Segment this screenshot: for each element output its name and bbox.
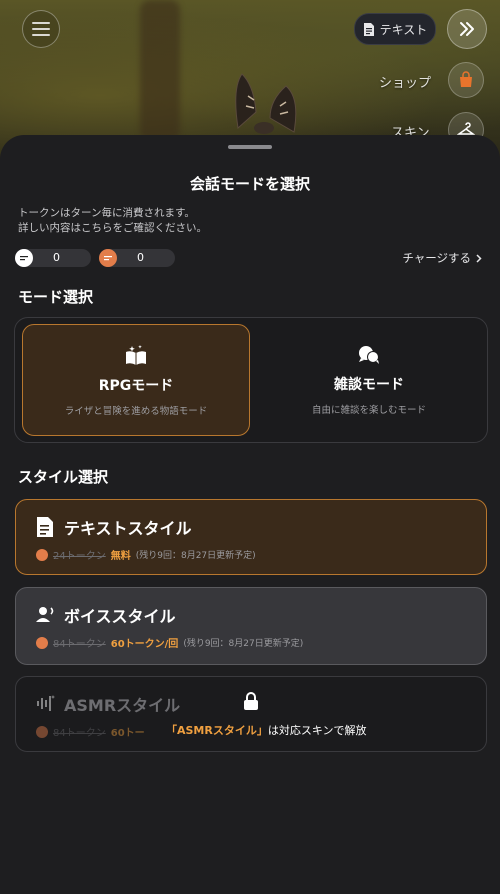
style-card-text[interactable]: テキストスタイル 24トークン 無料 (残り9回：8月27日更新予定) xyxy=(15,499,487,575)
menu-button[interactable] xyxy=(22,10,60,48)
voice-user-icon xyxy=(36,607,54,622)
style-price-text: 24トークン 無料 (残り9回：8月27日更新予定) xyxy=(36,547,256,562)
style-card-asmr[interactable]: ASMRスタイル 84トークン 60トー 「ASMRスタイル」は対応スキンで解放 xyxy=(15,676,487,752)
style-price-voice: 84トークン 60トークン/回 (残り9回：8月27日更新予定) xyxy=(36,635,303,650)
mode-section-title: モード選択 xyxy=(18,288,94,306)
token-note-line1: トークンはターン毎に消費されます。 xyxy=(18,207,195,219)
mode-select-sheet: 会話モードを選択 トークンはターン毎に消費されます。 詳しい内容はこちらをご確認… xyxy=(0,135,500,894)
style-name-voice: ボイススタイル xyxy=(64,607,176,626)
token-b-value: 0 xyxy=(137,251,144,264)
coin-icon xyxy=(36,636,48,649)
old-price: 84トークン xyxy=(53,728,106,739)
text-mode-label: テキスト xyxy=(379,22,428,37)
character-ribbon xyxy=(235,73,297,134)
mode-name-rpg: RPGモード xyxy=(98,378,174,394)
lock-icon xyxy=(244,692,258,710)
old-price: 84トークン xyxy=(53,639,106,650)
shop-bag-icon xyxy=(460,71,472,87)
old-price: 24トークン xyxy=(53,551,106,562)
style-section-title: スタイル選択 xyxy=(18,468,109,486)
remaining-uses: (残り9回：8月27日更新予定) xyxy=(135,551,256,561)
style-card-voice[interactable]: ボイススタイル 84トークン 60トークン/回 (残り9回：8月27日更新予定) xyxy=(15,587,487,665)
hamburger-icon xyxy=(32,22,50,36)
premium-token-icon xyxy=(99,249,117,267)
new-price: 60トークン/回 xyxy=(110,639,179,650)
new-price: 無料 xyxy=(110,551,131,562)
coin-icon xyxy=(36,725,48,738)
sheet-title: 会話モードを選択 xyxy=(189,175,310,193)
mode-card-chat[interactable]: 雑談モード 自由に雑談を楽しむモード xyxy=(256,324,482,434)
shop-label: ショップ xyxy=(379,76,432,91)
shop-button[interactable] xyxy=(448,62,484,98)
style-price-asmr: 84トークン 60トー xyxy=(36,724,145,739)
text-mode-button[interactable]: テキスト xyxy=(354,13,436,45)
chevron-right-icon xyxy=(476,253,482,263)
double-chevron-right-icon xyxy=(460,22,474,36)
document-icon xyxy=(37,517,53,537)
style-name-text: テキストスタイル xyxy=(64,519,192,538)
skip-button[interactable] xyxy=(447,9,487,49)
charge-link[interactable]: チャージする xyxy=(402,250,482,266)
token-balance-b: 0 xyxy=(99,249,175,267)
mode-desc-chat: 自由に雑談を楽しむモード xyxy=(311,405,426,416)
token-balance-a: 0 xyxy=(15,249,91,267)
lock-rest: は対応スキンで解放 xyxy=(267,724,367,737)
coin-icon xyxy=(36,548,48,561)
sheet-drag-handle[interactable] xyxy=(228,145,272,149)
background-tree xyxy=(140,0,180,140)
asmr-lock-message: 「ASMRスタイル」は対応スキンで解放 xyxy=(166,722,367,738)
remaining-uses: (残り9回：8月27日更新予定) xyxy=(183,639,304,649)
open-book-icon xyxy=(126,345,146,365)
mode-selector: RPGモード ライザと冒険を進める物語モード 雑談モード 自由に雑談を楽しむモー… xyxy=(14,317,488,443)
style-name-asmr: ASMRスタイル xyxy=(64,696,181,715)
token-note-line2[interactable]: 詳しい内容はこちらをご確認ください。 xyxy=(18,221,207,236)
chat-bubbles-icon xyxy=(359,346,379,364)
mode-card-rpg[interactable]: RPGモード ライザと冒険を進める物語モード xyxy=(22,324,250,436)
mode-name-chat: 雑談モード xyxy=(334,377,404,393)
document-icon xyxy=(363,22,374,36)
mode-desc-rpg: ライザと冒険を進める物語モード xyxy=(64,406,208,417)
token-a-value: 0 xyxy=(53,251,60,264)
sound-wave-icon xyxy=(37,695,55,711)
token-note: トークンはターン毎に消費されます。 詳しい内容はこちらをご確認ください。 xyxy=(18,206,207,236)
lock-highlight: 「ASMRスタイル」 xyxy=(166,724,268,737)
charge-label: チャージする xyxy=(402,251,471,265)
chat-token-icon xyxy=(15,249,33,267)
new-price: 60トー xyxy=(110,728,145,739)
